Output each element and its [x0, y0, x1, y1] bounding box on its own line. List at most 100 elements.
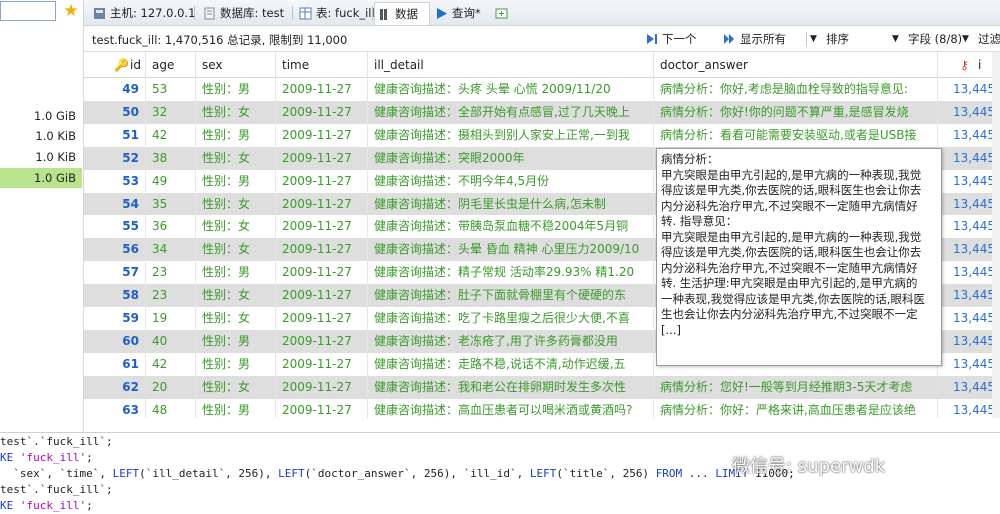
cell-doctor-answer[interactable]: 病情分析：您好!一般等到月经推期3-5天才考虑 [654, 375, 938, 399]
tab-database[interactable]: 数据库: test [200, 2, 284, 25]
cell-id[interactable]: 55 [84, 215, 146, 239]
cell-id[interactable]: 60 [84, 329, 146, 353]
cell-sex[interactable]: 性别：女 [196, 100, 276, 124]
cell-ill-id[interactable]: 13,445 [938, 100, 1000, 124]
cell-sex[interactable]: 性别：女 [196, 192, 276, 216]
cell-doctor-answer[interactable]: 病情分析：你好,考虑是脑血栓导致的指导意见: [654, 78, 938, 101]
table-row[interactable]: 50 32 性别：女 2009-11-27 健康咨询描述：全部开始有点感冒,过了几天晚上… [84, 100, 1000, 124]
cell-ill-detail[interactable]: 健康咨询描述：老冻疮了,用了许多药膏都没用 [368, 329, 654, 353]
tab-query[interactable]: 查询* [432, 2, 481, 25]
cell-ill-id[interactable]: 13,445 [938, 352, 1000, 376]
tab-table[interactable]: 表: fuck_ill [296, 2, 375, 25]
tab-host[interactable]: 主机: 127.0.0.1 [90, 2, 195, 25]
cell-ill-detail[interactable]: 健康咨询描述：带胰岛泵血糖不稳2004年5月铜 [368, 215, 654, 239]
cell-sex[interactable]: 性别：男 [196, 352, 276, 376]
cell-time[interactable]: 2009-11-27 [276, 284, 368, 307]
cell-ill-id[interactable]: 13,445 [938, 261, 1000, 285]
cell-time[interactable]: 2009-11-27 [276, 375, 368, 399]
tree-filter-input[interactable] [0, 1, 56, 21]
cell-sex[interactable]: 性别：女 [196, 215, 276, 239]
cell-ill-id[interactable]: 13,445 [938, 123, 1000, 147]
cell-sex[interactable]: 性别：男 [196, 123, 276, 147]
next-page-button[interactable]: 下一个 [646, 31, 697, 47]
cell-time[interactable]: 2009-11-27 [276, 238, 368, 262]
cell-age[interactable]: 42 [146, 123, 196, 147]
cell-ill-detail[interactable]: 健康咨询描述：不明今年4,5月份 [368, 169, 654, 193]
cell-ill-id[interactable]: 13,445 [938, 215, 1000, 239]
cell-id[interactable]: 51 [84, 123, 146, 147]
cell-ill-detail[interactable]: 健康咨询描述：阴毛里长虫是什么病,怎未制 [368, 192, 654, 216]
cell-time[interactable]: 2009-11-27 [276, 78, 368, 101]
cell-age[interactable]: 40 [146, 329, 196, 353]
cell-sex[interactable]: 性别：女 [196, 146, 276, 170]
show-all-button[interactable]: 显示所有 [724, 31, 786, 47]
table-size-item[interactable]: 1.0 KiB [0, 126, 82, 146]
cell-age[interactable]: 38 [146, 146, 196, 170]
cell-age[interactable]: 48 [146, 398, 196, 418]
grid-vertical-scrollbar[interactable] [992, 52, 1000, 418]
cell-id[interactable]: 54 [84, 192, 146, 216]
cell-id[interactable]: 61 [84, 352, 146, 376]
new-query-tab-button[interactable] [492, 2, 512, 25]
cell-time[interactable]: 2009-11-27 [276, 215, 368, 239]
cell-age[interactable]: 42 [146, 352, 196, 376]
table-row[interactable]: 49 53 性别：男 2009-11-27 健康咨询描述：头疼 头晕 心慌 2009/1… [84, 78, 1000, 101]
cell-id[interactable]: 59 [84, 307, 146, 330]
cell-ill-detail[interactable]: 健康咨询描述：头疼 头晕 心慌 2009/11/20 [368, 78, 654, 101]
cell-age[interactable]: 23 [146, 284, 196, 307]
filter-button[interactable]: ▼ 过滤 [962, 31, 1000, 47]
cell-sex[interactable]: 性别：男 [196, 329, 276, 353]
cell-sex[interactable]: 性别：女 [196, 307, 276, 330]
cell-age[interactable]: 53 [146, 78, 196, 101]
cell-time[interactable]: 2009-11-27 [276, 261, 368, 285]
cell-sex[interactable]: 性别：男 [196, 261, 276, 285]
column-header-ill-id[interactable]: ⚷ i [938, 52, 1000, 78]
cell-age[interactable]: 19 [146, 307, 196, 330]
table-size-item-selected[interactable]: 1.0 GiB [0, 168, 82, 188]
column-header-doctor-answer[interactable]: doctor_answer [654, 52, 938, 78]
cell-time[interactable]: 2009-11-27 [276, 307, 368, 330]
cell-doctor-answer[interactable]: 病情分析：看看可能需要安装驱动,或者是USB接 [654, 123, 938, 147]
table-size-item[interactable]: 1.0 GiB [0, 106, 82, 126]
column-header-sex[interactable]: sex [196, 52, 276, 78]
cell-id[interactable]: 53 [84, 169, 146, 193]
table-size-item[interactable]: 1.0 KiB [0, 147, 82, 167]
cell-time[interactable]: 2009-11-27 [276, 352, 368, 376]
cell-id[interactable]: 63 [84, 398, 146, 418]
cell-time[interactable]: 2009-11-27 [276, 100, 368, 124]
cell-time[interactable]: 2009-11-27 [276, 192, 368, 216]
cell-age[interactable]: 49 [146, 169, 196, 193]
cell-id[interactable]: 52 [84, 146, 146, 170]
cell-ill-detail[interactable]: 健康咨询描述：肚子下面就骨棚里有个硬硬的东 [368, 284, 654, 307]
cell-time[interactable]: 2009-11-27 [276, 169, 368, 193]
cell-ill-id[interactable]: 13,445 [938, 307, 1000, 330]
cell-ill-id[interactable]: 13,445 [938, 329, 1000, 353]
column-header-ill-detail[interactable]: ill_detail [368, 52, 654, 78]
cell-ill-id[interactable]: 13,445 [938, 78, 1000, 101]
cell-ill-detail[interactable]: 健康咨询描述：我和老公在排卵期时发生多次性 [368, 375, 654, 399]
cell-age[interactable]: 23 [146, 261, 196, 285]
fields-button[interactable]: ▼ 字段 (8/8) [892, 31, 962, 47]
cell-age[interactable]: 32 [146, 100, 196, 124]
table-row[interactable]: 62 20 性别：女 2009-11-27 健康咨询描述：我和老公在排卵期时发生多次性病… [84, 375, 1000, 399]
cell-sex[interactable]: 性别：男 [196, 169, 276, 193]
cell-age[interactable]: 35 [146, 192, 196, 216]
sort-button[interactable]: ▼ 排序 [810, 31, 849, 47]
cell-time[interactable]: 2009-11-27 [276, 329, 368, 353]
cell-id[interactable]: 56 [84, 238, 146, 262]
tab-data[interactable]: 数据 [374, 2, 430, 25]
cell-ill-detail[interactable]: 健康咨询描述：突眼2000年 [368, 146, 654, 170]
column-header-age[interactable]: age [146, 52, 196, 78]
cell-time[interactable]: 2009-11-27 [276, 146, 368, 170]
cell-id[interactable]: 49 [84, 78, 146, 101]
cell-doctor-answer[interactable]: 病情分析：你好：严格来讲,高血压患者是应该绝 [654, 398, 938, 418]
cell-ill-id[interactable]: 13,445 [938, 192, 1000, 216]
favorite-star-icon[interactable]: ★ [60, 0, 82, 22]
cell-ill-id[interactable]: 13,445 [938, 146, 1000, 170]
cell-ill-id[interactable]: 13,445 [938, 375, 1000, 399]
cell-ill-detail[interactable]: 健康咨询描述：吃了卡路里瘦之后很少大便,不喜 [368, 307, 654, 330]
cell-ill-detail[interactable]: 健康咨询描述：全部开始有点感冒,过了几天晚上 [368, 100, 654, 124]
cell-time[interactable]: 2009-11-27 [276, 123, 368, 147]
cell-ill-id[interactable]: 13,445 [938, 398, 1000, 418]
cell-ill-id[interactable]: 13,445 [938, 169, 1000, 193]
